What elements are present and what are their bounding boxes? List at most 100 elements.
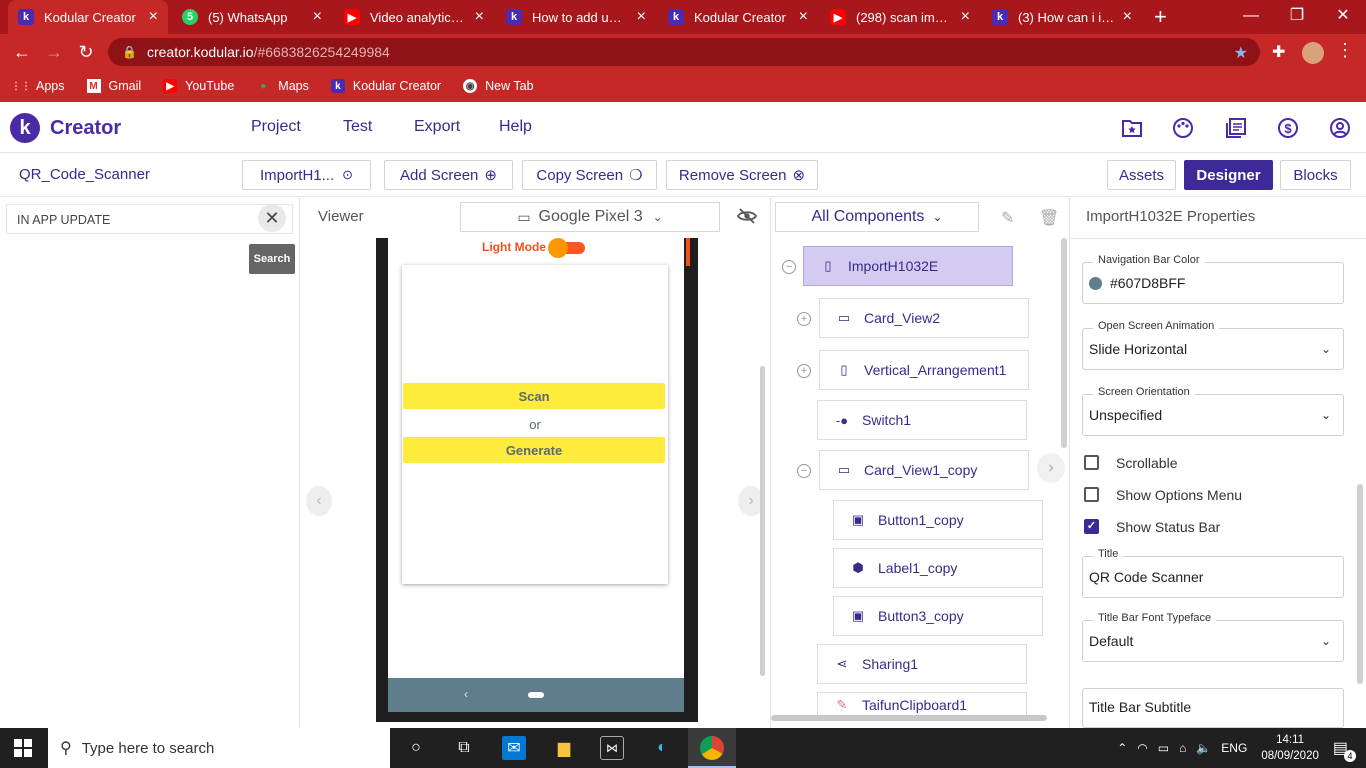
blocks-button[interactable]: Blocks: [1280, 160, 1351, 190]
close-icon[interactable]: ×: [799, 9, 808, 25]
notifications-icon[interactable]: ▤ 4: [1333, 738, 1356, 762]
component-sharing1[interactable]: ⋖ Sharing1: [817, 644, 1027, 684]
palette-search-input[interactable]: IN APP UPDATE: [6, 204, 293, 234]
title-field[interactable]: Title QR Code Scanner: [1082, 548, 1344, 598]
volume-icon[interactable]: 🔈: [1196, 741, 1211, 755]
components-filter-select[interactable]: All Components ⌄: [775, 202, 979, 232]
bookmark-new-tab[interactable]: ◉ New Tab: [463, 79, 534, 93]
battery-icon[interactable]: ▭: [1158, 741, 1169, 755]
tab-kodular-creator-2[interactable]: k Kodular Creator ×: [658, 0, 818, 34]
generate-button[interactable]: Generate: [403, 437, 665, 463]
delete-trash-icon[interactable]: 🗑: [1039, 208, 1059, 228]
close-icon[interactable]: ×: [149, 9, 158, 25]
bookmark-star-icon[interactable]: ★: [1234, 43, 1248, 63]
close-icon[interactable]: ×: [961, 9, 970, 25]
tab-kodular-creator[interactable]: k Kodular Creator ×: [8, 0, 168, 34]
expand-icon[interactable]: +: [797, 312, 811, 326]
tab-how-to-add-update[interactable]: k How to add updat ×: [496, 0, 656, 34]
wifi-icon[interactable]: ◠: [1137, 741, 1147, 755]
component-button3-copy[interactable]: ▣ Button3_copy: [833, 596, 1043, 636]
search-button[interactable]: Search: [249, 244, 295, 274]
chrome-taskbar-button[interactable]: [688, 728, 736, 768]
navigation-bar-color-field[interactable]: Navigation Bar Color #607D8BFF: [1082, 254, 1344, 304]
components-scrollbar[interactable]: [1061, 238, 1067, 448]
screen-select[interactable]: ImportH1... ⊙: [242, 160, 371, 190]
forward-icon[interactable]: →: [38, 36, 70, 68]
new-tab-button[interactable]: +: [1154, 4, 1167, 30]
task-view-icon[interactable]: ⧉: [452, 736, 476, 760]
scan-button[interactable]: Scan: [403, 383, 665, 409]
screen-orientation-select[interactable]: Screen Orientation Unspecified ⌄: [1082, 386, 1344, 436]
kodular-logo[interactable]: k: [10, 113, 40, 143]
show-status-bar-checkbox[interactable]: ✓: [1084, 519, 1099, 534]
switch-thumb[interactable]: [548, 238, 568, 258]
assets-button[interactable]: Assets: [1107, 160, 1176, 190]
open-screen-animation-select[interactable]: Open Screen Animation Slide Horizontal ⌄: [1082, 320, 1344, 370]
remove-screen-button[interactable]: Remove Screen ⊗: [666, 160, 818, 190]
network-icon[interactable]: ⌂: [1179, 741, 1186, 755]
close-icon[interactable]: ×: [313, 9, 322, 25]
menu-help[interactable]: Help: [499, 118, 532, 136]
component-switch1[interactable]: -● Switch1: [817, 400, 1027, 440]
properties-scrollbar[interactable]: [1357, 484, 1363, 684]
bookmark-gmail[interactable]: M Gmail: [86, 79, 141, 93]
browser-menu-icon[interactable]: ⋮: [1336, 40, 1354, 61]
expand-icon[interactable]: +: [797, 364, 811, 378]
component-vertical-arrangement1[interactable]: ▯ Vertical_Arrangement1: [819, 350, 1029, 390]
file-explorer-icon[interactable]: ▆: [552, 736, 576, 760]
title-bar-font-select[interactable]: Title Bar Font Typeface Default ⌄: [1082, 612, 1344, 662]
tab-how-can-i-improve[interactable]: k (3) How can i impr ×: [982, 0, 1142, 34]
close-icon[interactable]: ×: [637, 9, 646, 25]
panel-next-icon[interactable]: ›: [1037, 453, 1065, 483]
taskbar-search-input[interactable]: ⚲ Type here to search: [48, 728, 390, 768]
profile-avatar[interactable]: [1302, 42, 1324, 64]
component-label1-copy[interactable]: ⬢ Label1_copy: [833, 548, 1043, 588]
menu-export[interactable]: Export: [414, 118, 460, 136]
mail-icon[interactable]: ✉: [502, 736, 526, 760]
clear-search-icon[interactable]: ✕: [258, 204, 286, 232]
scrollable-checkbox[interactable]: [1084, 455, 1099, 470]
add-screen-button[interactable]: Add Screen ⊕: [384, 160, 513, 190]
dollar-icon[interactable]: $: [1277, 117, 1299, 139]
component-importh1032e[interactable]: ▯ ImportH1032E: [803, 246, 1013, 286]
cortana-icon[interactable]: ○: [404, 736, 428, 760]
collapse-icon[interactable]: −: [797, 464, 811, 478]
collapse-icon[interactable]: −: [782, 260, 796, 274]
bookmark-youtube[interactable]: ▶ YouTube: [163, 79, 234, 93]
tab-scan-image[interactable]: ▶ (298) scan image a ×: [820, 0, 980, 34]
tab-video-analytics[interactable]: ▶ Video analytics - Y ×: [334, 0, 494, 34]
rename-pencil-icon[interactable]: ✎: [1001, 208, 1014, 228]
component-card-view1-copy[interactable]: ▭ Card_View1_copy: [819, 450, 1029, 490]
menu-test[interactable]: Test: [343, 118, 372, 136]
minimize-icon[interactable]: —: [1228, 0, 1274, 34]
close-icon[interactable]: ×: [1123, 9, 1132, 25]
viewer-scrollbar[interactable]: [760, 366, 765, 676]
back-icon[interactable]: ←: [6, 36, 38, 68]
chevron-up-icon[interactable]: ⌃: [1117, 741, 1127, 755]
tab-whatsapp[interactable]: 5 (5) WhatsApp ×: [172, 0, 332, 34]
folder-star-icon[interactable]: [1121, 117, 1143, 139]
component-taifunclipboard1[interactable]: ✎ TaifunClipboard1: [817, 692, 1027, 716]
viewer-prev-icon[interactable]: ‹: [306, 486, 332, 516]
components-hscrollbar[interactable]: [771, 715, 1047, 721]
edge-icon[interactable]: ◐: [650, 736, 674, 760]
component-button1-copy[interactable]: ▣ Button1_copy: [833, 500, 1043, 540]
close-window-icon[interactable]: ✕: [1320, 0, 1366, 34]
account-icon[interactable]: [1329, 117, 1351, 139]
copy-screen-button[interactable]: Copy Screen ❍: [522, 160, 657, 190]
designer-button[interactable]: Designer: [1184, 160, 1273, 190]
menu-project[interactable]: Project: [251, 118, 301, 136]
show-options-menu-checkbox[interactable]: [1084, 487, 1099, 502]
library-icon[interactable]: [1225, 117, 1247, 139]
component-card-view2[interactable]: ▭ Card_View2: [819, 298, 1029, 338]
visibility-off-icon[interactable]: [736, 208, 758, 229]
bookmark-kodular[interactable]: k Kodular Creator: [330, 79, 441, 93]
device-select[interactable]: ▭ Google Pixel 3 ⌄: [460, 202, 720, 232]
visual-studio-icon[interactable]: ⋈: [600, 736, 624, 760]
extensions-icon[interactable]: ✚: [1272, 42, 1285, 62]
clock[interactable]: 14:11 08/09/2020: [1261, 732, 1319, 764]
bookmark-maps[interactable]: ● Maps: [256, 79, 309, 93]
language-indicator[interactable]: ENG: [1221, 741, 1247, 755]
palette-icon[interactable]: [1172, 117, 1194, 139]
reload-icon[interactable]: ↻: [70, 36, 102, 68]
